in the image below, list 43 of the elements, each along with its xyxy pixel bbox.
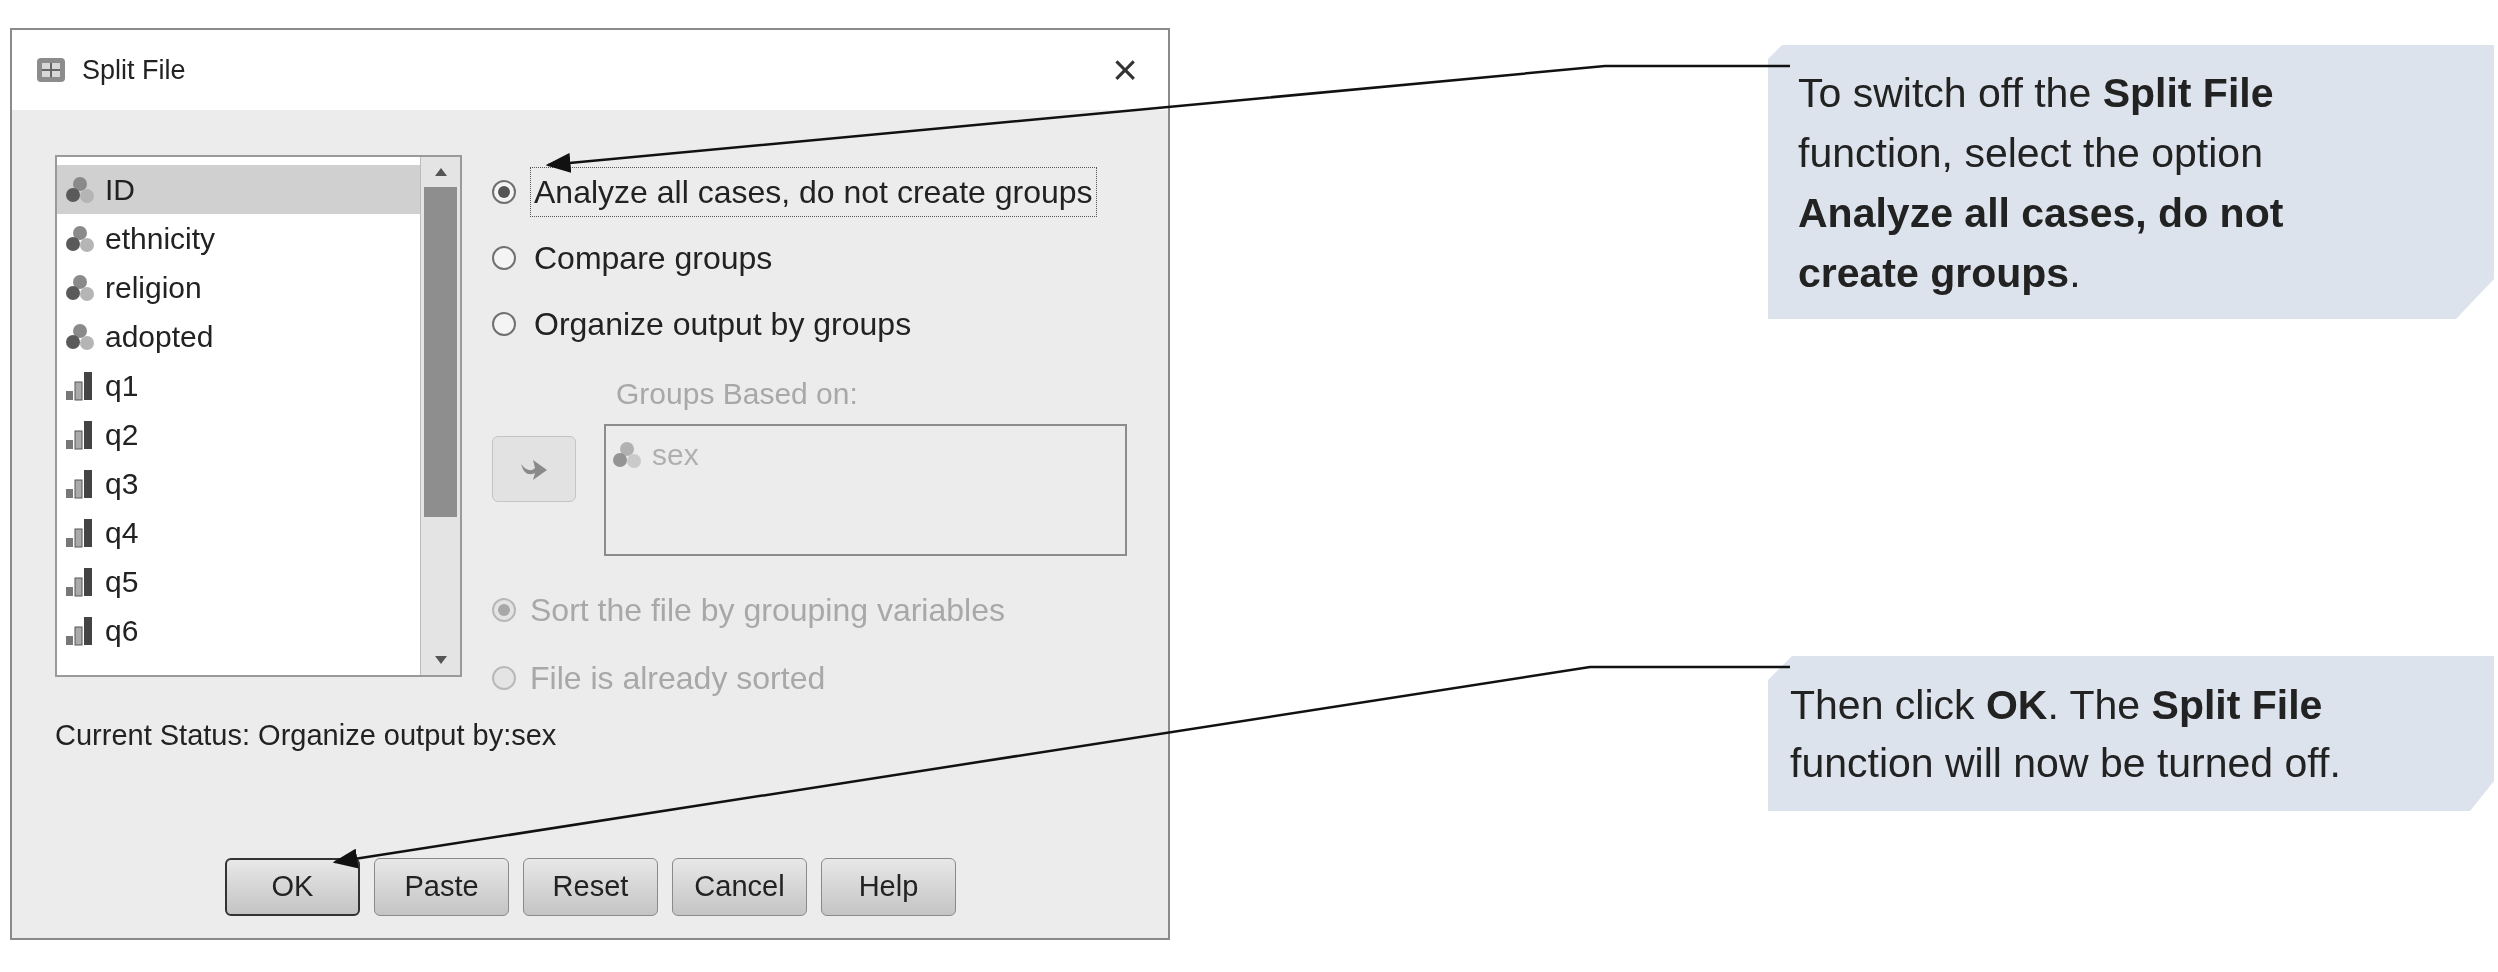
variable-item[interactable]: religion [57,263,420,312]
scale-variable-icon [65,615,95,646]
variable-item[interactable]: q3 [57,459,420,508]
dialog-button[interactable]: Cancel [672,857,807,916]
status-text: Current Status: Organize output by:sex [54,718,558,753]
dialog-button[interactable]: Help [821,857,956,916]
dialog-button[interactable]: Reset [523,857,658,916]
scale-variable-icon [65,419,95,450]
move-variable-button[interactable] [492,436,576,502]
scale-variable-icon [65,468,95,499]
radio-button[interactable] [492,312,516,336]
scroll-up-icon[interactable] [434,168,447,176]
variable-item[interactable]: ID [57,165,420,214]
variable-item[interactable]: q2 [57,410,420,459]
dialog-button[interactable]: OK [225,857,360,916]
variable-item[interactable]: q5 [57,557,420,606]
callout-text: To switch off the Split File function, select the option Analyze all cases, do not create groups. [1798,69,2285,298]
close-button[interactable]: × [1104,48,1146,92]
scrollbar[interactable] [420,157,460,675]
nominal-variable-icon [612,440,642,469]
nominal-variable-icon [65,322,95,351]
window-title: Split File [82,53,186,87]
radio-button[interactable] [492,246,516,270]
groups-label: Groups Based on: [615,376,859,412]
radio-label[interactable]: Compare groups [530,233,777,283]
radio-button[interactable] [492,180,516,204]
nominal-variable-icon [65,273,95,302]
variable-item[interactable]: adopted [57,312,420,361]
radio-label[interactable]: Analyze all cases, do not create groups [530,167,1097,217]
scroll-down-icon[interactable] [434,656,447,664]
scale-variable-icon [65,566,95,597]
variable-item[interactable]: q6 [57,606,420,655]
nominal-variable-icon [65,224,95,253]
callout-text: Then click OK. The Split File function will now be turned off. [1790,681,2342,788]
scale-variable-icon [65,517,95,548]
variable-item[interactable]: q1 [57,361,420,410]
dialog-button[interactable]: Paste [374,857,509,916]
nominal-variable-icon [65,175,95,204]
scale-variable-icon [65,370,95,401]
scroll-thumb[interactable] [424,187,457,517]
variable-item[interactable]: q4 [57,508,420,557]
radio-label[interactable]: Organize output by groups [530,299,916,349]
variable-item[interactable]: ethnicity [57,214,420,263]
